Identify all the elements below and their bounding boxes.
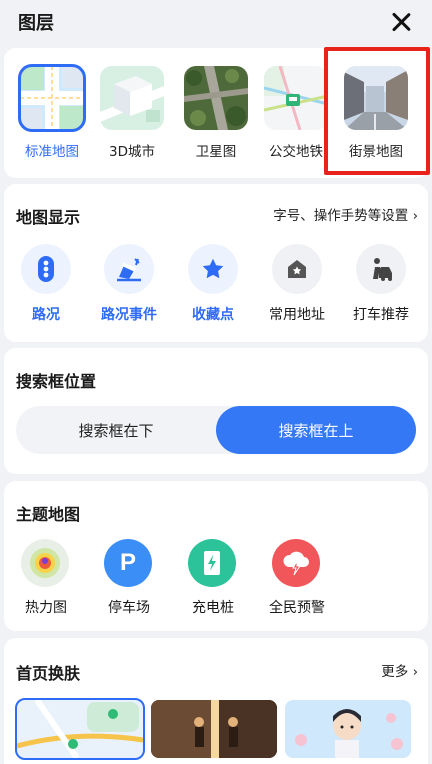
taxi-recommend-label: 打车推荐 [353, 307, 409, 323]
charging-label: 充电桩 [192, 600, 234, 616]
layer-satellite[interactable]: 卫星图 [184, 66, 248, 160]
section-title: 搜索框位置 [16, 372, 97, 391]
toggle-favorites[interactable]: 收藏点 [188, 244, 238, 324]
toggle-taxi-recommend[interactable]: 打车推荐 [353, 244, 409, 324]
toggle-common-address[interactable]: 常用地址 [269, 244, 325, 324]
warning-cloud-icon [272, 539, 320, 587]
skin-photo[interactable] [151, 700, 277, 758]
display-settings-link[interactable]: 字号、操作手势等设置 › [273, 204, 418, 224]
toggle-road-events[interactable]: 路况事件 [101, 244, 157, 324]
star-icon [188, 244, 238, 294]
panel-header: 图层 [0, 0, 432, 44]
theme-charging[interactable]: 充电桩 [188, 539, 238, 617]
search-position-toggle: 搜索框在下 搜索框在上 [16, 406, 416, 454]
transit-thumb [264, 66, 328, 130]
public-warning-label: 全民预警 [269, 600, 325, 616]
traffic-label: 路况 [32, 307, 60, 323]
parking-label: 停车场 [108, 600, 150, 616]
3d-city-thumb [100, 66, 164, 130]
homepage-skin-section: 首页换肤 更多 › [4, 638, 428, 764]
heatmap-icon [21, 539, 69, 587]
home-icon [272, 244, 322, 294]
map-display-section: 地图显示 字号、操作手势等设置 › 路况 路况事件 收藏点 常用地址 打车推荐 [4, 184, 428, 342]
layer-3d-city[interactable]: 3D城市 [100, 66, 164, 160]
skin-map[interactable] [15, 698, 145, 760]
parking-icon: P [104, 539, 152, 587]
layer-standard-map[interactable]: 标准地图 [18, 64, 86, 160]
layer-label: 3D城市 [109, 144, 155, 160]
section-title: 首页换肤 [16, 664, 81, 683]
road-events-label: 路况事件 [101, 307, 157, 323]
taxi-person-icon [356, 244, 406, 294]
theme-parking[interactable]: P 停车场 [104, 539, 154, 617]
close-icon[interactable] [390, 11, 412, 33]
more-skins-link[interactable]: 更多 › [381, 660, 418, 680]
toggle-traffic[interactable]: 路况 [21, 244, 71, 324]
theme-heatmap[interactable]: 热力图 [21, 539, 71, 617]
search-top-option[interactable]: 搜索框在上 [216, 406, 416, 454]
layer-label: 卫星图 [195, 144, 237, 160]
favorites-label: 收藏点 [192, 307, 234, 323]
heatmap-label: 热力图 [25, 600, 67, 616]
search-position-section: 搜索框位置 搜索框在下 搜索框在上 [4, 348, 428, 474]
theme-map-section: 主题地图 热力图 P 停车场 充电桩 全民预警 [4, 481, 428, 631]
road-event-icon [104, 244, 154, 294]
section-title: 地图显示 [16, 208, 81, 227]
standard-map-thumb [18, 64, 86, 132]
layer-label: 标准地图 [25, 144, 79, 160]
traffic-light-icon [21, 244, 71, 294]
charging-icon [188, 539, 236, 587]
panel-title: 图层 [18, 13, 54, 34]
layer-transit[interactable]: 公交地铁 [264, 66, 328, 160]
theme-public-warning[interactable]: 全民预警 [269, 539, 325, 617]
search-bottom-option[interactable]: 搜索框在下 [16, 406, 216, 454]
street-view-highlight-box [324, 47, 430, 175]
common-address-label: 常用地址 [269, 307, 325, 323]
satellite-thumb [184, 66, 248, 130]
skin-cartoon[interactable] [285, 700, 411, 758]
section-title: 主题地图 [16, 505, 81, 524]
